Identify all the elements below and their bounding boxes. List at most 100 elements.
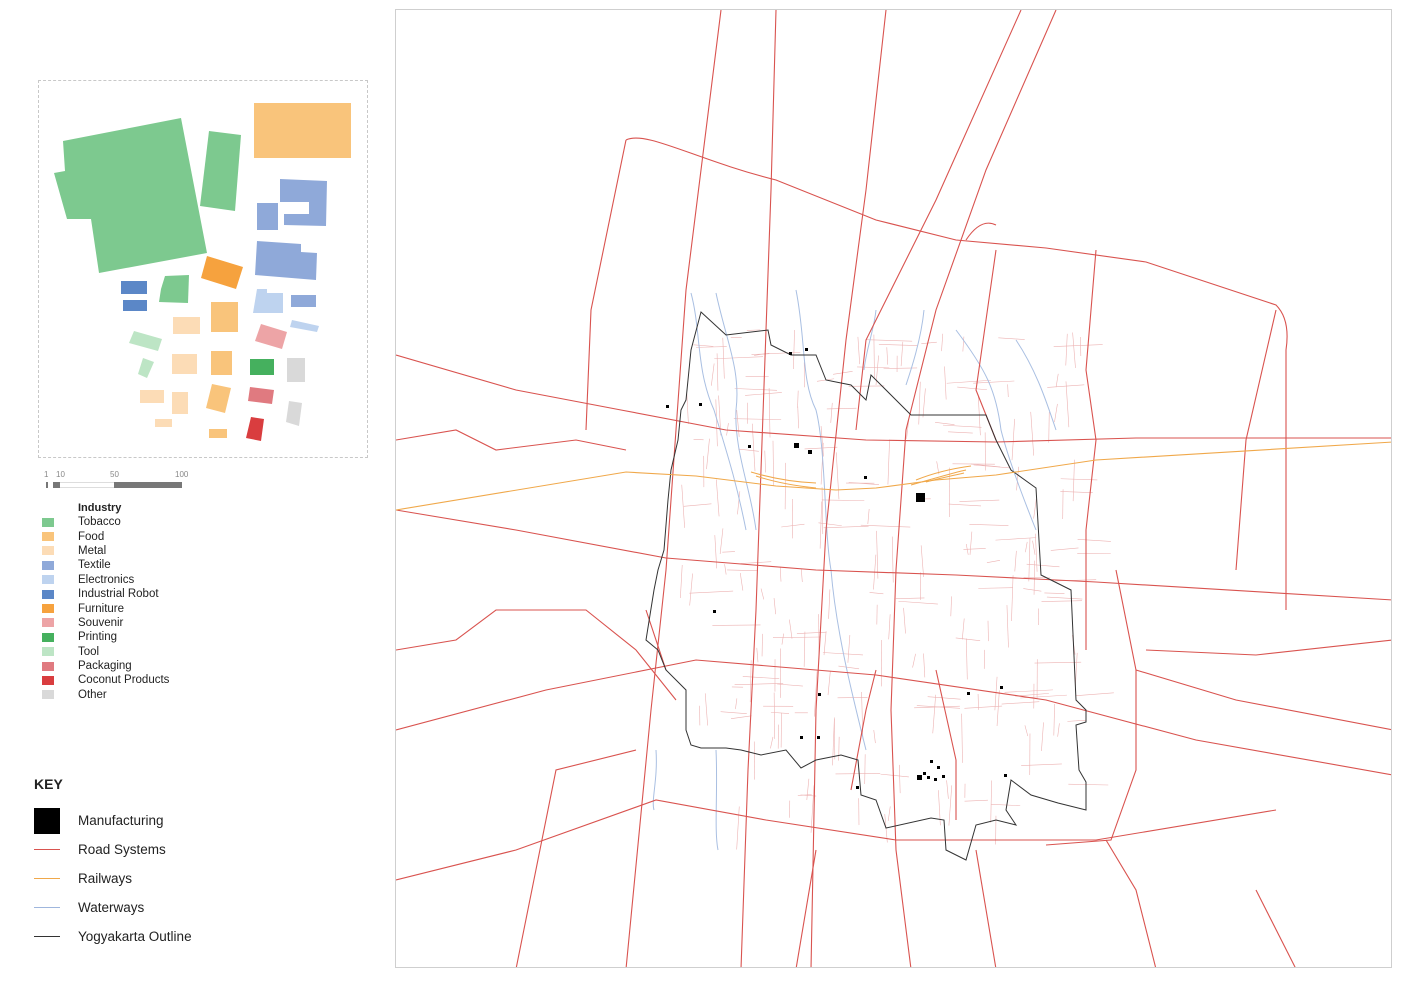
legend-swatch xyxy=(42,589,54,599)
minor-street xyxy=(900,341,904,367)
key-item: Waterways xyxy=(34,893,254,922)
minor-street xyxy=(1077,538,1111,542)
industry-legend-item: Metal xyxy=(42,544,242,558)
manufacturing-site xyxy=(817,736,820,739)
road-segment xyxy=(855,10,1022,431)
minor-street xyxy=(990,780,992,823)
legend-label: Industrial Robot xyxy=(78,588,159,601)
manufacturing-site xyxy=(800,736,803,739)
minor-street xyxy=(921,341,937,344)
minor-street xyxy=(751,351,801,355)
minor-street xyxy=(804,446,838,450)
minor-street xyxy=(865,339,913,342)
minor-street xyxy=(1055,373,1059,388)
minor-street xyxy=(706,438,710,470)
minor-street xyxy=(1006,605,1009,648)
minor-street xyxy=(887,439,890,485)
building-printing xyxy=(250,359,274,375)
minor-street xyxy=(1032,540,1036,555)
minor-street xyxy=(1023,588,1042,592)
minor-street xyxy=(1028,538,1031,582)
minor-street xyxy=(712,624,761,626)
minor-street xyxy=(734,683,784,686)
road-segment xyxy=(1145,639,1391,656)
scale-tick: 100 xyxy=(175,470,189,479)
building-other-a xyxy=(287,358,305,382)
minor-street xyxy=(823,631,827,656)
building-electronics-a xyxy=(253,289,283,313)
manufacturing-site xyxy=(805,348,808,351)
minor-street xyxy=(1033,498,1037,519)
industry-legend: Industry Tobacco Food Metal Textile Electron… xyxy=(42,501,242,702)
minor-street xyxy=(1044,592,1065,594)
manufacturing-site xyxy=(818,693,821,696)
legend-label: Electronics xyxy=(78,573,135,586)
minor-street xyxy=(768,388,771,438)
minor-street xyxy=(912,653,916,668)
building-metal-b xyxy=(172,354,197,374)
building-food-d xyxy=(209,429,227,438)
road-segment xyxy=(396,799,1277,881)
industry-legend-item: Electronics xyxy=(42,573,242,587)
building-coconut xyxy=(246,417,264,441)
building-souvenir xyxy=(255,324,287,349)
building-metal-e xyxy=(155,419,172,427)
minor-street xyxy=(938,790,941,826)
minor-street xyxy=(1060,491,1093,493)
minor-street xyxy=(683,503,712,507)
industry-legend-title: Industry xyxy=(78,502,122,514)
minor-street xyxy=(716,353,719,391)
minor-street xyxy=(1065,333,1068,366)
building-packaging xyxy=(248,387,274,404)
building-furniture xyxy=(201,256,243,289)
minor-street xyxy=(828,589,831,619)
legend-label: Textile xyxy=(78,559,111,572)
minor-street xyxy=(714,535,717,569)
minor-street xyxy=(680,564,683,599)
manufacturing-site xyxy=(923,772,926,775)
minor-street xyxy=(948,431,973,434)
legend-label: Furniture xyxy=(78,602,125,615)
minor-street xyxy=(1046,596,1083,600)
legend-swatch xyxy=(42,546,54,556)
minor-street xyxy=(941,333,944,352)
scale-tick: 10 xyxy=(56,470,65,479)
minor-street xyxy=(827,671,831,696)
minor-street xyxy=(719,528,724,555)
building-food-c xyxy=(206,384,231,413)
minor-street xyxy=(714,356,764,360)
minor-street xyxy=(797,406,799,429)
map-canvas xyxy=(396,10,1391,967)
road-segment xyxy=(396,509,1391,601)
railway-line xyxy=(396,441,1391,511)
building-food-large xyxy=(254,103,351,158)
minor-street xyxy=(950,596,952,617)
minor-street xyxy=(1024,725,1029,737)
minor-street xyxy=(826,407,857,410)
manufacturing-site xyxy=(666,405,669,408)
minor-street xyxy=(1014,550,1017,572)
city-map[interactable] xyxy=(395,9,1392,968)
minor-street xyxy=(789,619,793,639)
legend-swatch xyxy=(42,575,54,585)
scale-tick: 1 xyxy=(44,470,49,479)
key-item: Railways xyxy=(34,864,254,893)
minor-street xyxy=(1057,723,1060,737)
minor-street xyxy=(821,499,865,501)
minor-street xyxy=(1011,575,1014,622)
building-textile-small xyxy=(257,203,278,230)
building-metal-d xyxy=(172,392,188,414)
minor-street xyxy=(946,780,949,799)
minor-street xyxy=(895,597,925,600)
minor-street xyxy=(716,479,720,517)
minor-street xyxy=(819,501,822,549)
minor-street xyxy=(803,631,806,667)
industry-legend-item: Printing xyxy=(42,630,242,644)
minor-street xyxy=(857,366,890,369)
road-segment xyxy=(1235,309,1277,571)
scale-segment xyxy=(60,482,114,488)
minor-street xyxy=(832,719,835,766)
industry-legend-item: Packaging xyxy=(42,659,242,673)
minor-street xyxy=(1067,719,1087,722)
legend-swatch xyxy=(42,632,54,642)
